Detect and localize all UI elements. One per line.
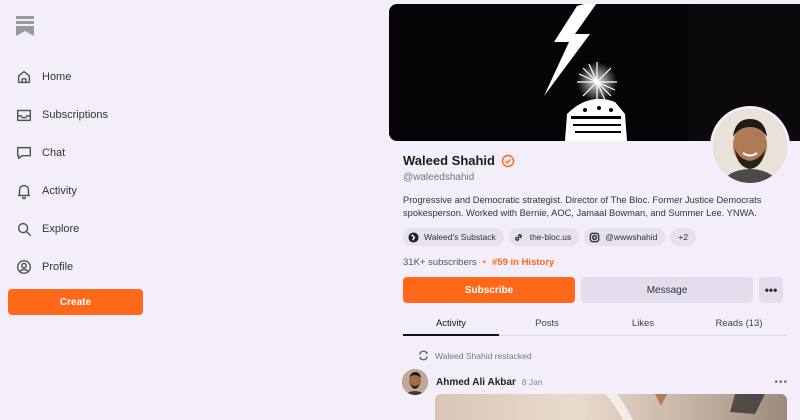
restack-indicator: Waleed Shahid restacked [418,350,532,361]
restack-icon [419,350,428,361]
avatar-photo-icon [713,109,787,183]
sidebar-item-activity[interactable]: Activity [14,172,144,210]
link-chip-label: the-bloc.us [529,232,572,242]
profile-name: Waleed Shahid [403,153,495,168]
sidebar-item-label: Explore [42,223,80,235]
sidebar-item-chat[interactable]: Chat [14,134,144,172]
instagram-icon [588,231,600,243]
profile-links: Waleed's Substack the-bloc.us @wwwshahid… [403,228,697,246]
link-chip-label: Waleed's Substack [424,232,496,242]
profile-tabs: Activity Posts Likes Reads (13) [403,314,787,336]
profile-name-row: Waleed Shahid [403,153,515,168]
leaderboard-rank[interactable]: #59 in History [492,257,554,268]
tab-reads[interactable]: Reads (13) [691,314,787,335]
create-button[interactable]: Create [8,289,143,315]
sidebar-item-label: Profile [42,261,74,273]
sidebar-item-label: Chat [42,147,66,159]
link-chip-website[interactable]: the-bloc.us [508,228,580,246]
profile-handle: @waleedshahid [403,172,475,183]
publication-avatar-icon [407,231,419,243]
post-image[interactable] [435,394,787,420]
user-icon [14,257,34,277]
profile-bio: Progressive and Democratic strategist. D… [403,195,762,218]
restack-text: Waleed Shahid restacked [435,350,532,361]
sidebar-item-label: Activity [42,185,77,197]
tab-activity[interactable]: Activity [403,314,499,336]
sidebar-item-subscriptions[interactable]: Subscriptions [14,96,144,134]
post-header: Ahmed Ali Akbar 8 Jan ••• [402,369,788,395]
tab-posts[interactable]: Posts [499,314,595,335]
sidebar-item-home[interactable]: Home [14,58,144,96]
profile-main: Waleed Shahid @waleedshahid Progressive … [388,0,800,420]
home-icon [14,67,34,87]
stats-separator: • [482,257,486,268]
profile-actions: Subscribe Message ••• [403,277,783,303]
profile-avatar[interactable] [710,106,790,186]
post-more-button[interactable]: ••• [774,377,788,388]
more-options-button[interactable]: ••• [759,277,783,303]
link-icon [513,231,525,243]
subscribe-button[interactable]: Subscribe [403,277,575,303]
sidebar-item-label: Subscriptions [42,109,109,121]
sidebar-item-explore[interactable]: Explore [14,210,144,248]
tab-likes[interactable]: Likes [595,314,691,335]
sidebar-item-profile[interactable]: Profile [14,248,144,286]
link-chip-label: @wwwshahid [605,232,658,242]
sidebar-nav: Home Subscriptions Chat Activity Explore… [14,58,144,286]
inbox-icon [14,105,34,125]
profile-stats: 31K+ subscribers • #59 in History [403,257,554,268]
sidebar-item-label: Home [42,71,72,83]
search-icon [14,219,34,239]
message-button[interactable]: Message [581,277,753,303]
link-chip-more[interactable]: +2 [670,228,697,246]
subscriber-count: 31K+ subscribers [403,257,477,268]
verified-badge-icon [501,154,515,167]
post-date: 8 Jan [521,377,543,387]
post-author-name[interactable]: Ahmed Ali Akbar [436,377,516,388]
substack-logo-icon[interactable] [16,16,34,36]
post-photo-icon [605,394,765,420]
sidebar: Home Subscriptions Chat Activity Explore… [0,0,160,420]
post-author-avatar[interactable] [402,369,428,395]
app-root: Home Subscriptions Chat Activity Explore… [0,0,800,420]
link-chip-instagram[interactable]: @wwwshahid [584,228,666,246]
chat-icon [14,143,34,163]
link-chip-substack[interactable]: Waleed's Substack [403,228,504,246]
bell-icon [14,181,34,201]
author-photo-icon [402,369,428,395]
